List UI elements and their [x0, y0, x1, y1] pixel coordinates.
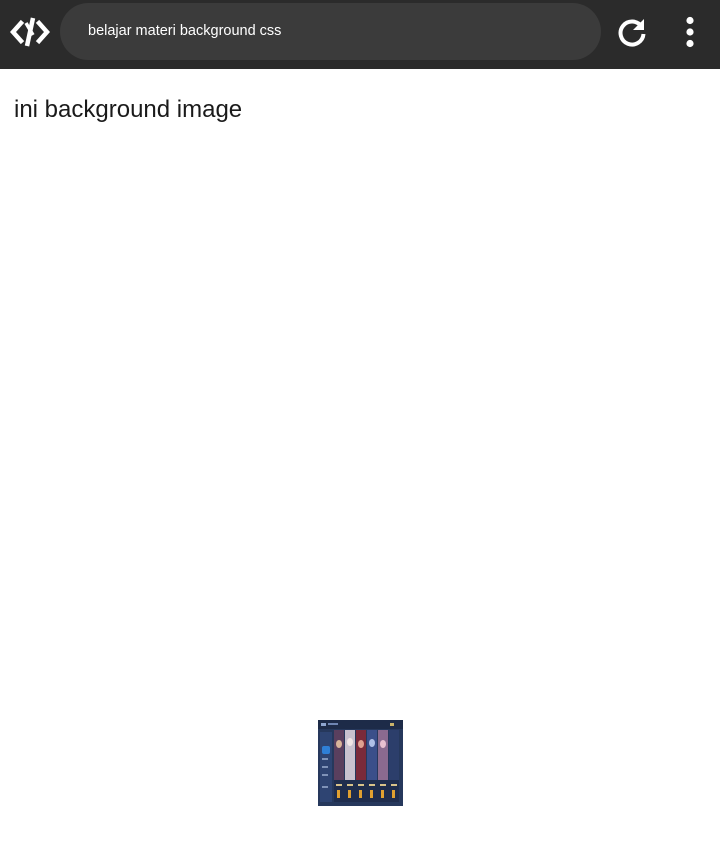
reload-button[interactable]	[613, 14, 651, 52]
more-menu-button[interactable]	[676, 14, 704, 52]
page-title-bar[interactable]: belajar materi background css	[60, 3, 601, 60]
page-title: belajar materi background css	[88, 23, 282, 39]
code-brackets-logo-icon[interactable]	[9, 15, 51, 49]
page-body-text: ini background image	[14, 96, 243, 123]
more-vertical-icon	[686, 16, 694, 48]
webview-content: ini background image	[0, 69, 720, 863]
reload-icon	[618, 19, 646, 47]
app-toolbar: belajar materi background css	[0, 0, 720, 69]
background-image	[318, 720, 403, 806]
